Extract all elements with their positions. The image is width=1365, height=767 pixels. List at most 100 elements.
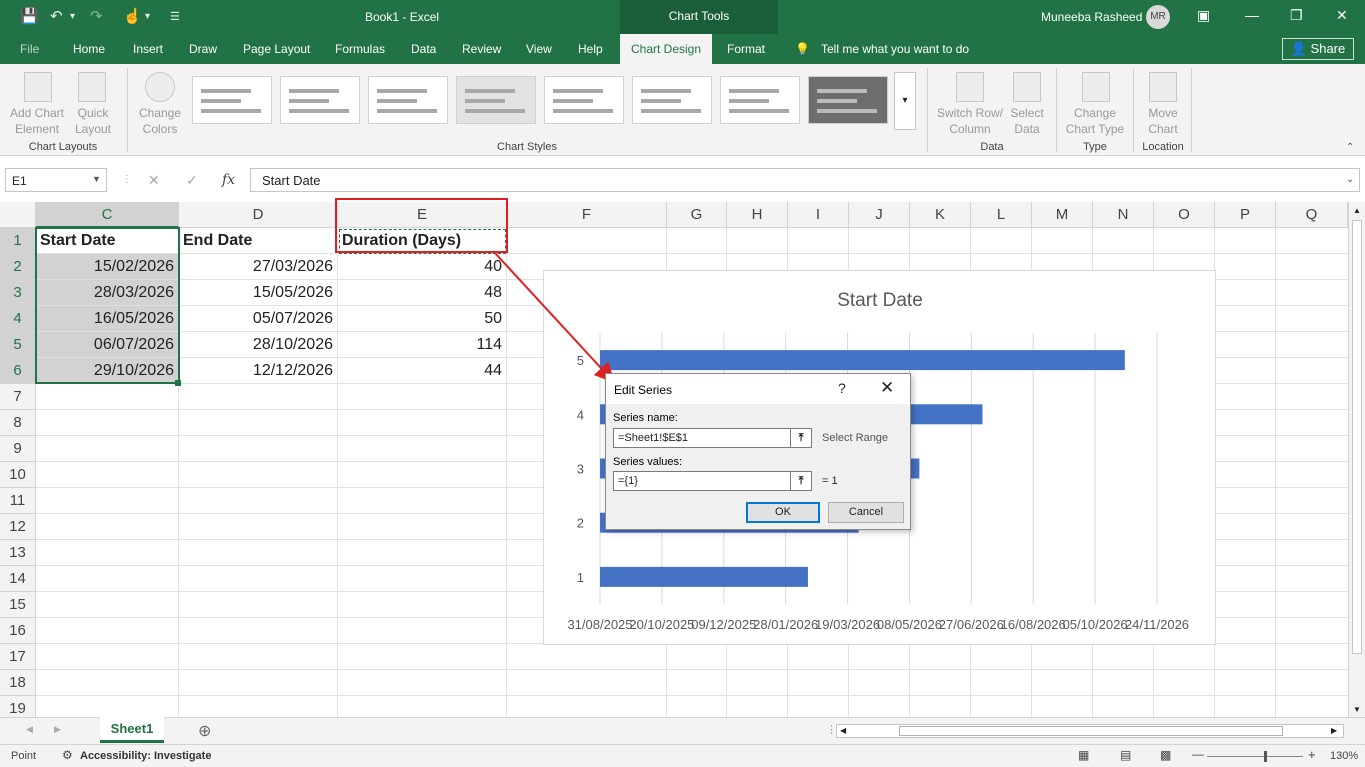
touch-mode-icon[interactable]: ☝: [123, 7, 142, 25]
normal-view-icon[interactable]: ▦: [1078, 748, 1089, 762]
row-header-3[interactable]: 3: [0, 280, 36, 306]
customize-qat-icon[interactable]: ☰: [170, 10, 180, 23]
select-data-button[interactable]: Select Data: [1006, 105, 1048, 137]
cell-d3[interactable]: 15/05/2026: [179, 280, 338, 306]
chart-bar-5[interactable]: [600, 350, 1125, 371]
switch-row-column-button[interactable]: Switch Row/Column: [934, 105, 1006, 137]
edit-series-dialog[interactable]: Edit Series ? ✕ Series name: =Sheet1!$E$…: [605, 373, 911, 530]
horizontal-scrollbar[interactable]: ◀ ▶: [836, 724, 1344, 738]
zoom-slider[interactable]: [1207, 756, 1303, 757]
tab-chart-design[interactable]: Chart Design: [620, 34, 712, 64]
column-header-h[interactable]: H: [727, 202, 788, 228]
restore-icon[interactable]: ❐: [1290, 7, 1303, 24]
change-chart-type-button[interactable]: Change Chart Type: [1062, 105, 1128, 137]
move-chart-icon[interactable]: [1149, 72, 1177, 102]
add-chart-element-icon[interactable]: [24, 72, 52, 102]
quick-layout-button[interactable]: Quick Layout: [66, 105, 120, 137]
scroll-left-icon[interactable]: ◀: [840, 726, 846, 735]
zoom-level[interactable]: 130%: [1330, 750, 1358, 762]
fill-handle[interactable]: [175, 380, 181, 386]
chart-style-2[interactable]: [280, 76, 360, 124]
row-header-8[interactable]: 8: [0, 410, 36, 436]
row-header-7[interactable]: 7: [0, 384, 36, 410]
cell-d5[interactable]: 28/10/2026: [179, 332, 338, 358]
chart-style-4[interactable]: [456, 76, 536, 124]
select-all-corner[interactable]: [0, 202, 36, 228]
column-header-k[interactable]: K: [910, 202, 971, 228]
cell-d6[interactable]: 12/12/2026: [179, 358, 338, 384]
chart-style-5[interactable]: [544, 76, 624, 124]
ribbon-display-icon[interactable]: ▣: [1197, 7, 1210, 24]
help-icon[interactable]: ?: [838, 380, 846, 396]
column-header-j[interactable]: J: [849, 202, 910, 228]
cell-e3[interactable]: 48: [338, 280, 507, 306]
series-name-collapse-button[interactable]: ⤒: [790, 428, 812, 448]
save-icon[interactable]: 💾: [20, 7, 39, 25]
cell-e6[interactable]: 44: [338, 358, 507, 384]
page-layout-view-icon[interactable]: ▤: [1120, 748, 1131, 762]
vertical-scrollbar[interactable]: ▲ ▼: [1348, 202, 1365, 717]
avatar[interactable]: MR: [1146, 5, 1170, 29]
column-header-q[interactable]: Q: [1276, 202, 1348, 228]
row-header-1[interactable]: 1: [0, 228, 36, 254]
select-data-icon[interactable]: [1013, 72, 1041, 102]
close-icon[interactable]: ✕: [880, 378, 894, 398]
tab-page-layout[interactable]: Page Layout: [243, 42, 310, 56]
redo-icon[interactable]: ↷: [90, 7, 103, 25]
row-header-5[interactable]: 5: [0, 332, 36, 358]
expand-formula-bar-icon[interactable]: ⌄: [1346, 174, 1354, 185]
row-header-2[interactable]: 2: [0, 254, 36, 280]
scrollbar-thumb[interactable]: [1352, 220, 1362, 654]
chart-style-3[interactable]: [368, 76, 448, 124]
touch-dropdown-icon[interactable]: ▾: [145, 11, 150, 22]
share-button[interactable]: 👤 Share: [1282, 38, 1354, 60]
row-header-6[interactable]: 6: [0, 358, 36, 384]
row-header-15[interactable]: 15: [0, 592, 36, 618]
column-header-i[interactable]: I: [788, 202, 849, 228]
column-header-g[interactable]: G: [667, 202, 727, 228]
page-break-view-icon[interactable]: ▩: [1160, 748, 1171, 762]
column-header-c[interactable]: C: [36, 202, 179, 228]
cell-d4[interactable]: 05/07/2026: [179, 306, 338, 332]
column-header-o[interactable]: O: [1154, 202, 1215, 228]
cancel-button[interactable]: Cancel: [828, 502, 904, 523]
tab-format[interactable]: Format: [727, 42, 765, 56]
row-header-16[interactable]: 16: [0, 618, 36, 644]
cancel-entry-icon[interactable]: ✕: [148, 172, 160, 189]
user-name[interactable]: Muneeba Rasheed: [1041, 10, 1142, 24]
row-header-13[interactable]: 13: [0, 540, 36, 566]
zoom-slider-thumb[interactable]: [1264, 751, 1267, 762]
row-header-9[interactable]: 9: [0, 436, 36, 462]
row-header-17[interactable]: 17: [0, 644, 36, 670]
chart-style-6[interactable]: [632, 76, 712, 124]
scroll-up-icon[interactable]: ▲: [1353, 206, 1361, 215]
tell-me-search[interactable]: Tell me what you want to do: [821, 42, 969, 56]
undo-icon[interactable]: ↶: [50, 7, 63, 25]
tab-home[interactable]: Home: [73, 42, 105, 56]
add-chart-element-button[interactable]: Add Chart Element: [4, 105, 70, 137]
scroll-down-icon[interactable]: ▼: [1353, 705, 1361, 714]
cell-e4[interactable]: 50: [338, 306, 507, 332]
zoom-out-icon[interactable]: —: [1192, 747, 1204, 761]
ok-button[interactable]: OK: [746, 502, 820, 523]
column-header-m[interactable]: M: [1032, 202, 1093, 228]
tab-insert[interactable]: Insert: [133, 42, 163, 56]
move-chart-button[interactable]: Move Chart: [1138, 105, 1188, 137]
prev-sheet-icon[interactable]: ◀: [26, 724, 33, 735]
collapse-ribbon-icon[interactable]: ⌃: [1346, 142, 1354, 153]
series-name-field[interactable]: =Sheet1!$E$1: [613, 428, 791, 448]
change-colors-icon[interactable]: [145, 72, 175, 102]
change-colors-button[interactable]: Change Colors: [132, 105, 188, 137]
row-header-4[interactable]: 4: [0, 306, 36, 332]
tab-help[interactable]: Help: [578, 42, 603, 56]
close-window-icon[interactable]: ✕: [1336, 7, 1348, 24]
tab-draw[interactable]: Draw: [189, 42, 217, 56]
dialog-header[interactable]: Edit Series ? ✕: [606, 374, 910, 404]
row-header-11[interactable]: 11: [0, 488, 36, 514]
zoom-in-icon[interactable]: +: [1308, 747, 1316, 762]
cell-d2[interactable]: 27/03/2026: [179, 254, 338, 280]
confirm-entry-icon[interactable]: ✓: [186, 172, 198, 189]
chart-title[interactable]: Start Date: [837, 290, 923, 311]
row-header-12[interactable]: 12: [0, 514, 36, 540]
row-header-14[interactable]: 14: [0, 566, 36, 592]
